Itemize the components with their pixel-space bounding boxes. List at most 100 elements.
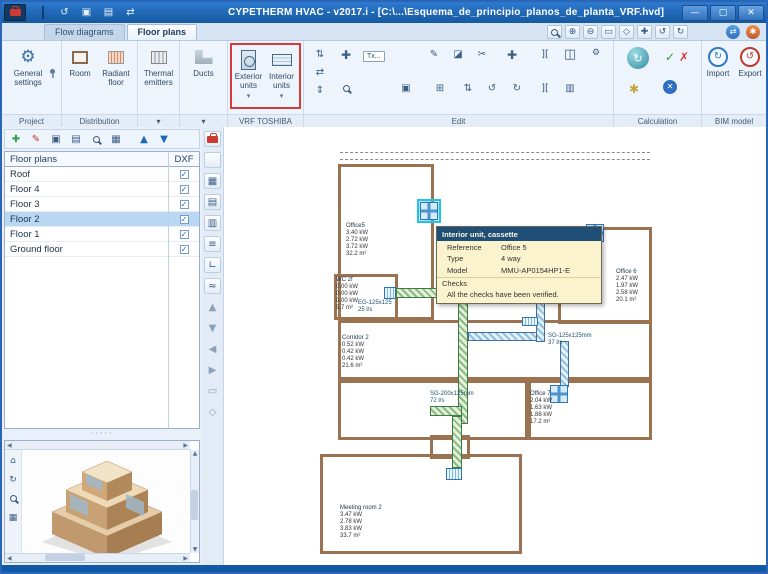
add-floor-button[interactable]: ✚	[8, 132, 24, 147]
rotate-right-button[interactable]: ↻	[509, 81, 525, 96]
scroll-left-button[interactable]: ◀	[204, 341, 221, 357]
previous-view-button[interactable]: ↺	[655, 25, 670, 39]
toolbox-button[interactable]	[204, 131, 221, 147]
room-button[interactable]: Room	[63, 44, 97, 79]
radiant-floor-button[interactable]: Radiant floor	[97, 44, 135, 87]
resize-button[interactable]: ⇕	[312, 83, 328, 98]
wand-button[interactable]: ✱	[626, 81, 642, 96]
zoom-out-button[interactable]: ⊖	[583, 25, 598, 39]
hatch-button[interactable]: ▥	[562, 81, 578, 96]
minimize-button[interactable]: —	[682, 5, 708, 21]
zoom-all-button[interactable]: ◇	[619, 25, 634, 39]
dxf-checkbox[interactable]: ✓	[180, 185, 189, 194]
dxf-checkbox[interactable]: ✓	[180, 245, 189, 254]
zoom-in-button[interactable]: ⊕	[565, 25, 580, 39]
hatch-button[interactable]: ▥	[204, 215, 221, 231]
scroll-right-icon[interactable]: ▶	[183, 554, 188, 562]
refrigerant-duct-office7[interactable]	[560, 341, 569, 387]
ceiling-diffuser[interactable]	[446, 468, 462, 480]
dxf-checkbox[interactable]: ✓	[180, 230, 189, 239]
supply-duct-branch[interactable]	[430, 406, 462, 416]
thermal-emitters-button[interactable]: Thermal emitters	[139, 44, 178, 87]
sync-button[interactable]: ⇄	[726, 25, 740, 39]
app-menu-button[interactable]	[4, 4, 26, 21]
table-row[interactable]: Floor 1 ✓	[5, 227, 199, 242]
zoom-fit-button[interactable]: ◇	[204, 404, 221, 420]
search-floor-button[interactable]	[88, 132, 104, 147]
scroll-right-button[interactable]: ▶	[204, 362, 221, 378]
edit-floor-button[interactable]: ✎	[28, 132, 44, 147]
cancel-calculation-button[interactable]: ✕	[662, 79, 678, 94]
help-button[interactable]: ✱	[746, 25, 760, 39]
group-label-emitters[interactable]: ▾	[138, 114, 179, 127]
scrollbar-thumb[interactable]	[45, 554, 85, 561]
scrollbar-thumb[interactable]	[191, 490, 198, 520]
distribute-horizontal-button[interactable]: ⇄	[312, 65, 328, 80]
maximize-button[interactable]: ▢	[710, 5, 736, 21]
justify-brackets-button[interactable]: ][	[537, 81, 553, 96]
edit-settings-icon[interactable]: ⚙	[588, 45, 604, 60]
move-button[interactable]: ✚	[338, 47, 354, 62]
location-pin-icon[interactable]	[50, 69, 55, 74]
supply-grille[interactable]	[522, 317, 538, 326]
angle-button[interactable]: ∟	[204, 257, 221, 273]
close-button[interactable]: ✕	[738, 5, 764, 21]
tab-floor-plans[interactable]: Floor plans	[127, 24, 198, 40]
copy-element-button[interactable]: ▣	[398, 81, 414, 96]
group-label-ducts[interactable]: ▾	[180, 114, 227, 127]
save-button[interactable]	[35, 6, 50, 20]
zoom-window-button[interactable]: ▭	[601, 25, 616, 39]
text-button[interactable]: Tx...	[362, 49, 386, 64]
import-button[interactable]: ↻ Import	[704, 44, 732, 79]
table-row[interactable]: Roof ✓	[5, 167, 199, 182]
export-button[interactable]: ↺ Export	[736, 44, 764, 79]
scroll-up-icon[interactable]: ▲	[191, 450, 199, 457]
blank-layer-button[interactable]	[204, 152, 221, 168]
table-row-selected[interactable]: Floor 2 ✓	[5, 212, 199, 227]
list-button[interactable]: ≡	[204, 236, 221, 252]
ducts-button[interactable]: Ducts	[187, 44, 221, 79]
find-button[interactable]	[547, 25, 562, 39]
move-element-button[interactable]: ✚	[504, 47, 520, 62]
erase-button[interactable]: ◪	[450, 47, 466, 62]
grid-button[interactable]: ▦	[204, 173, 221, 189]
align-brackets-button[interactable]: ][	[537, 47, 553, 62]
zoom-rect-button[interactable]: ▭	[204, 383, 221, 399]
zoom-select-button[interactable]	[338, 81, 354, 96]
dxf-checkbox[interactable]: ✓	[180, 215, 189, 224]
align-vertical-button[interactable]: ⇅	[460, 81, 476, 96]
table-row[interactable]: Floor 4 ✓	[5, 182, 199, 197]
preview-home-button[interactable]: ⌂	[6, 454, 20, 467]
calculate-button[interactable]: ↻	[626, 46, 650, 70]
dxf-checkbox[interactable]: ✓	[180, 200, 189, 209]
preview-zoom-button[interactable]	[6, 492, 20, 505]
distribute-vertical-button[interactable]: ⇅	[312, 47, 328, 62]
scroll-down-button[interactable]: ▼	[204, 320, 221, 336]
table-row[interactable]: Floor 3 ✓	[5, 197, 199, 212]
preview-grid-button[interactable]: ▦	[6, 511, 20, 524]
redraw-button[interactable]: ↻	[673, 25, 688, 39]
table-button[interactable]: ▤	[204, 194, 221, 210]
scroll-down-icon[interactable]: ▼	[191, 546, 199, 553]
undo-button[interactable]: ↺	[57, 6, 72, 20]
dxf-checkbox[interactable]: ✓	[180, 170, 189, 179]
copy-button[interactable]: ▣	[79, 6, 94, 20]
preview-scrollbar-horizontal[interactable]: ◀ ▶	[5, 553, 190, 562]
3d-preview-viewport[interactable]	[22, 450, 190, 553]
print-button[interactable]: ▤	[101, 6, 116, 20]
extract-grille[interactable]	[384, 287, 396, 299]
scroll-right-icon[interactable]: ▶	[183, 441, 188, 449]
move-up-button[interactable]: ▲	[136, 132, 152, 147]
move-down-button[interactable]: ▼	[156, 132, 172, 147]
layers-button[interactable]: ◫	[562, 47, 578, 62]
trim-button[interactable]: ✂	[474, 47, 490, 62]
refrigerant-duct-horizontal[interactable]	[468, 332, 538, 341]
rotate-left-button[interactable]: ↺	[484, 81, 500, 96]
tab-flow-diagrams[interactable]: Flow diagrams	[44, 24, 125, 40]
dxf-templates-button[interactable]: ▦	[108, 132, 124, 147]
interior-unit-office5[interactable]	[420, 202, 438, 220]
general-settings-button[interactable]: ⚙ General settings	[3, 44, 53, 87]
print-floor-button[interactable]: ▤	[68, 132, 84, 147]
preview-scrollbar-vertical[interactable]: ▲ ▼	[190, 450, 199, 553]
scroll-left-icon[interactable]: ◀	[7, 554, 12, 562]
